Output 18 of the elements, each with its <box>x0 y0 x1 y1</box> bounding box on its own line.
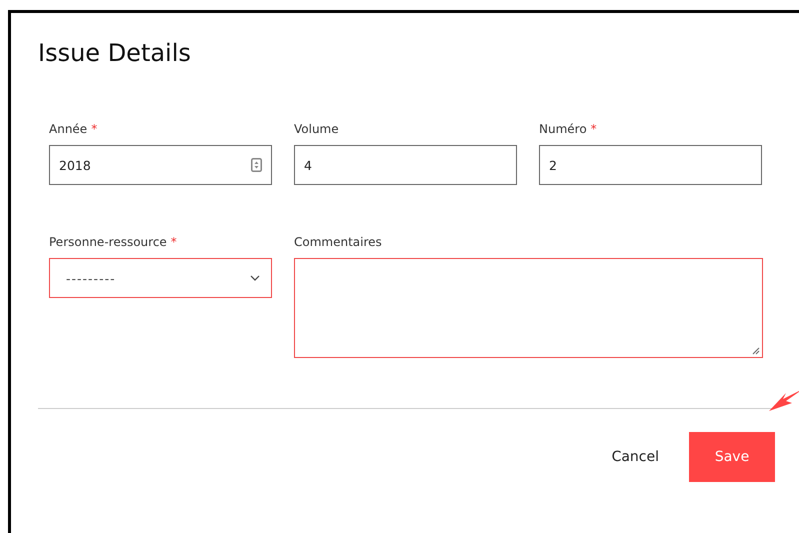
resize-grip-icon[interactable] <box>752 347 760 355</box>
field-label: Volume <box>294 122 339 136</box>
required-asterisk: * <box>170 235 177 249</box>
field-label: Personne-ressource <box>49 235 167 249</box>
field-label: Commentaires <box>294 235 382 249</box>
dropdown-field[interactable]: --------- <box>49 258 272 298</box>
spinner-icon[interactable] <box>251 158 262 172</box>
comment-field[interactable] <box>294 258 763 358</box>
number-field[interactable]: 2018 <box>49 145 272 185</box>
field-label: Numéro <box>539 122 587 136</box>
cancel-button[interactable]: Cancel <box>612 443 659 471</box>
field-label: Année <box>49 122 88 136</box>
text-field[interactable]: 4 <box>294 145 517 185</box>
chevron-down-icon <box>250 275 260 281</box>
dialog-title: Issue Details <box>38 39 192 67</box>
required-asterisk: * <box>590 122 597 136</box>
required-asterisk: * <box>91 122 98 136</box>
text-field[interactable]: 2 <box>539 145 762 185</box>
